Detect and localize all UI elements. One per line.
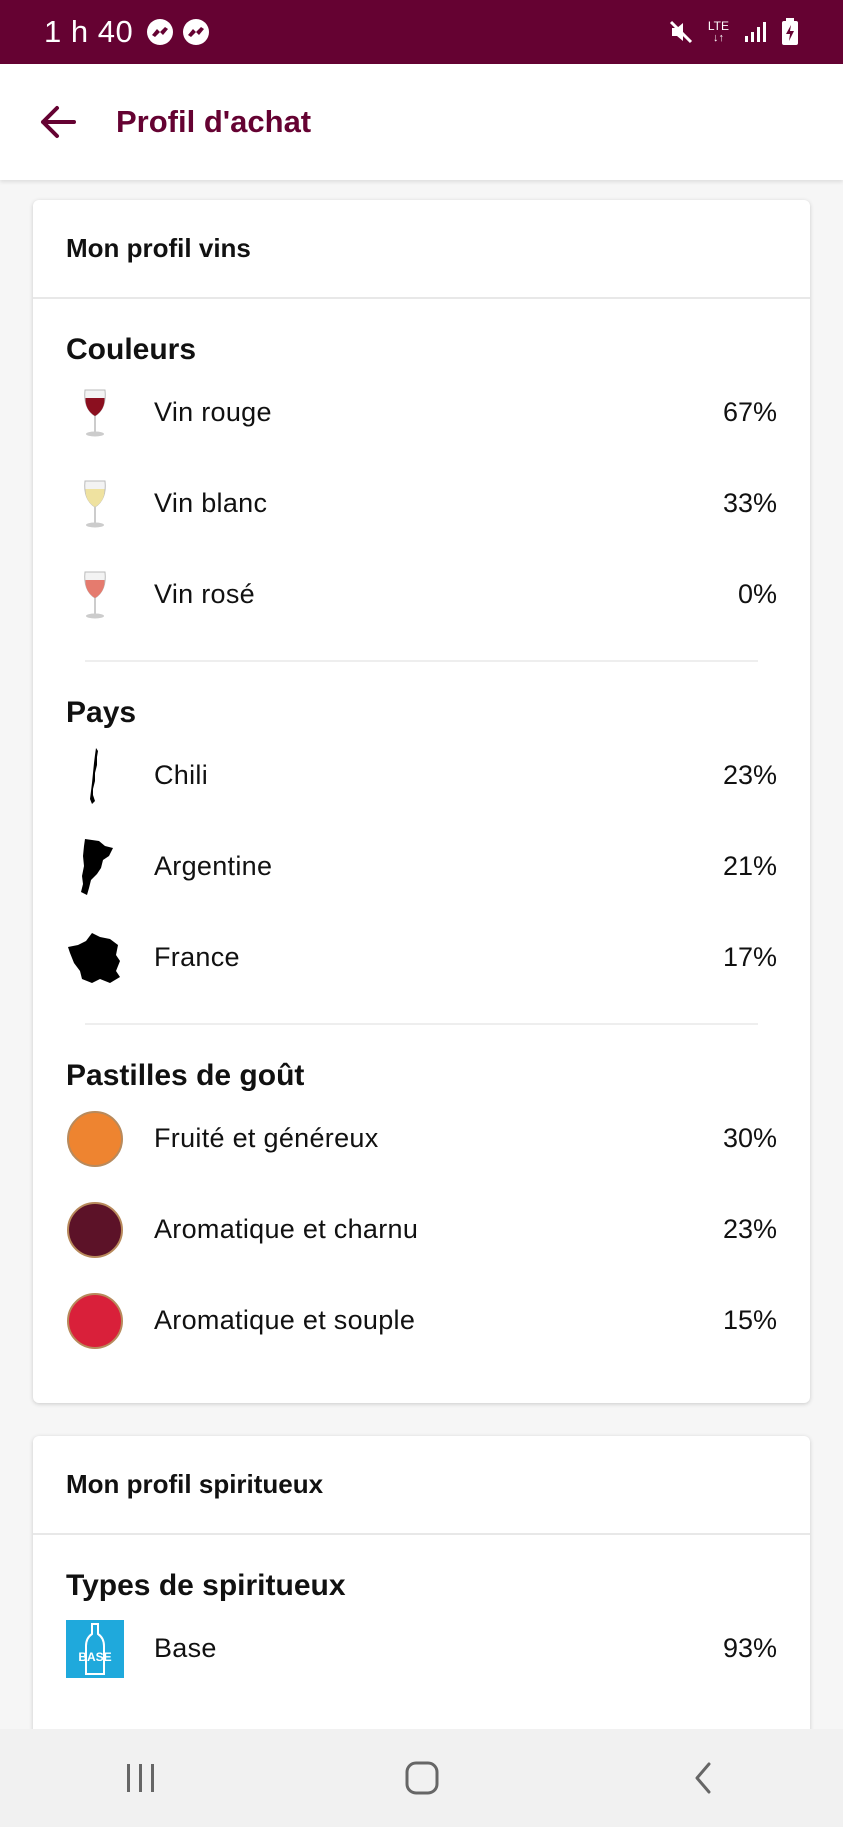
base-icon-text: BASE (78, 1650, 111, 1664)
argentina-map-icon (66, 838, 124, 896)
taste-label: Fruité et généreux (154, 1123, 379, 1153)
taste-label: Aromatique et charnu (154, 1214, 419, 1244)
color-percentage: 0% (737, 579, 777, 609)
country-label: Chili (154, 760, 209, 790)
list-item: Aromatique et souple 15% (33, 1275, 810, 1366)
color-label: Vin rouge (154, 397, 272, 427)
france-map-icon (66, 929, 124, 987)
color-label: Vin rosé (154, 579, 255, 609)
base-bottle-icon: BASE (66, 1619, 124, 1678)
spirits-profile-card: Mon profil spiritueux Types de spiritueu… (33, 1436, 810, 1766)
color-label: Vin blanc (154, 488, 268, 518)
spirit-type-label: Base (154, 1633, 217, 1663)
country-percentage: 17% (722, 942, 777, 972)
recents-icon (126, 1764, 154, 1792)
divider (85, 1023, 758, 1025)
status-bar: 1 h 40 LTE ↓↑ (0, 0, 843, 64)
country-percentage: 21% (722, 851, 777, 881)
color-percentage: 33% (722, 488, 777, 518)
mute-icon (668, 19, 694, 45)
spirit-type-percentage: 93% (722, 1633, 777, 1663)
messenger-icon (147, 19, 174, 45)
page-title: Profil d'achat (116, 104, 312, 139)
system-nav-bar (0, 1729, 843, 1827)
taste-label: Aromatique et souple (154, 1305, 416, 1335)
taste-dot-icon (67, 1110, 123, 1167)
arrow-left-icon (41, 106, 76, 138)
country-percentage: 23% (722, 760, 777, 790)
list-item: Argentine 21% (33, 821, 810, 912)
list-item: Vin blanc 33% (33, 458, 810, 549)
countries-section-title: Pays (66, 696, 137, 729)
network-label: LTE (707, 19, 729, 33)
app-bar: Profil d'achat (0, 64, 843, 180)
list-item: Aromatique et charnu 23% (33, 1184, 810, 1275)
back-chevron-icon (695, 1762, 710, 1794)
country-label: France (154, 942, 240, 972)
taste-section-title: Pastilles de goût (66, 1059, 305, 1092)
chile-map-icon (66, 747, 124, 805)
battery-icon (781, 18, 799, 46)
list-item: France 17% (33, 912, 810, 1003)
list-item: Chili 23% (33, 730, 810, 821)
list-item: Vin rosé 0% (33, 549, 810, 640)
recents-button[interactable] (101, 1748, 181, 1808)
home-icon (405, 1761, 438, 1795)
divider (85, 660, 758, 662)
list-item: Fruité et généreux 30% (33, 1093, 810, 1184)
home-button[interactable] (382, 1748, 462, 1808)
white-wine-glass-icon (66, 475, 124, 533)
taste-percentage: 30% (722, 1123, 777, 1153)
red-wine-glass-icon (66, 384, 124, 442)
back-button[interactable] (30, 94, 86, 150)
system-back-button[interactable] (663, 1748, 743, 1808)
rose-wine-glass-icon (66, 566, 124, 624)
wine-profile-header: Mon profil vins (33, 200, 810, 299)
spirit-types-section-title: Types de spiritueux (66, 1569, 346, 1602)
color-percentage: 67% (722, 397, 777, 427)
status-time: 1 h 40 (44, 14, 134, 49)
wine-profile-card: Mon profil vins Couleurs Vin rouge 67% V… (33, 200, 810, 1403)
taste-dot-icon (67, 1292, 123, 1349)
list-item: BASE Base 93% (33, 1603, 810, 1694)
messenger-icon (183, 19, 210, 45)
signal-icon (743, 20, 767, 44)
taste-percentage: 23% (722, 1214, 777, 1244)
colors-section-title: Couleurs (66, 333, 197, 366)
list-item: Vin rouge 67% (33, 367, 810, 458)
country-label: Argentine (154, 851, 273, 881)
lte-icon: LTE ↓↑ (707, 19, 729, 44)
spirits-profile-header: Mon profil spiritueux (33, 1436, 810, 1535)
taste-dot-icon (67, 1201, 123, 1258)
taste-percentage: 15% (722, 1305, 777, 1335)
